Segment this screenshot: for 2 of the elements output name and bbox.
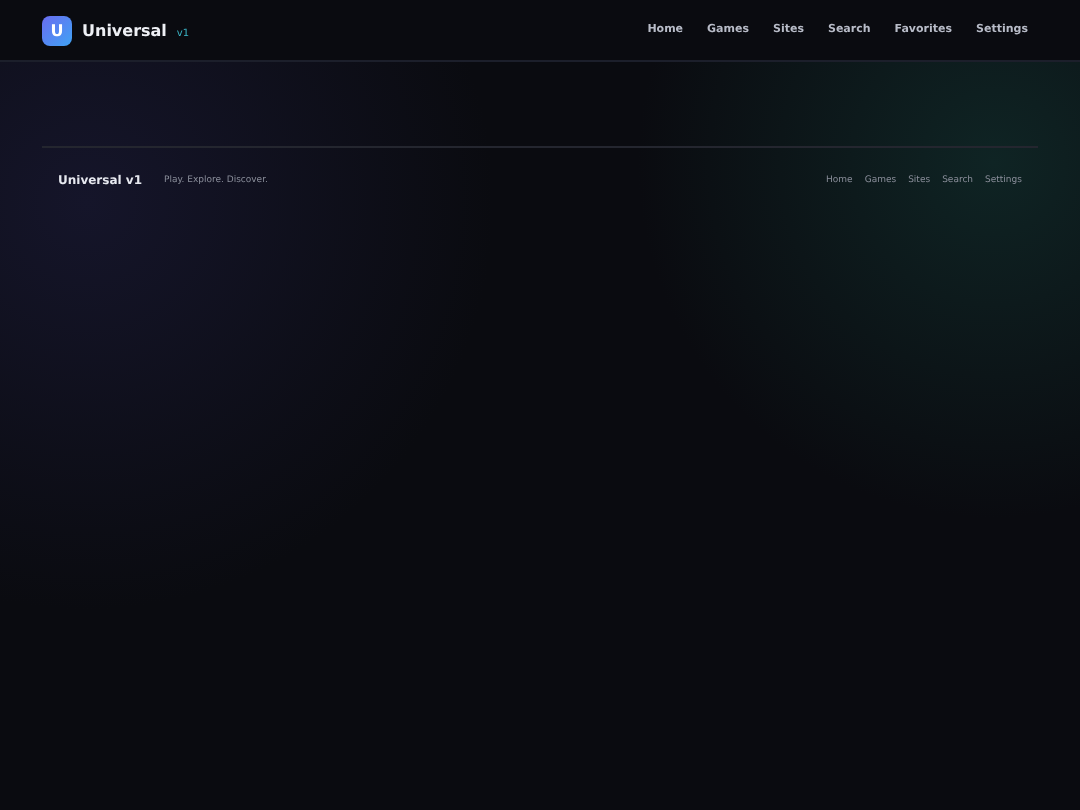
brand-name: Universal (82, 21, 167, 39)
logo-icon: U (42, 15, 72, 45)
